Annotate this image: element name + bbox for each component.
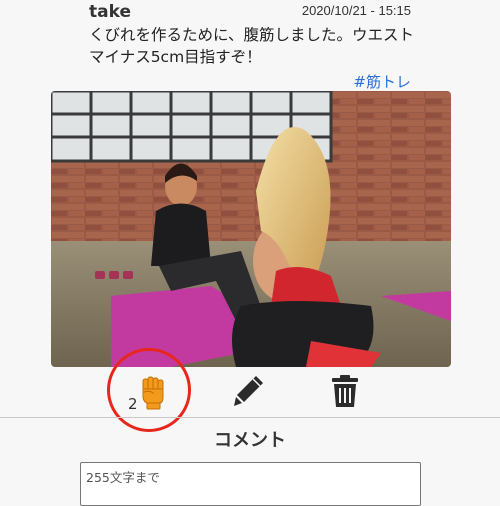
trash-icon	[331, 375, 361, 413]
like-count: 2	[128, 395, 138, 413]
post-image	[51, 91, 451, 367]
post-timestamp: 2020/10/21 - 15:15	[301, 3, 411, 18]
raised-fist-icon	[141, 376, 165, 410]
delete-button[interactable]	[331, 373, 361, 409]
post-card: take 2020/10/21 - 15:15 くびれを作るために、腹筋しました…	[0, 0, 500, 418]
post-text: くびれを作るために、腹筋しました。ウエストマイナス5cm目指すぞ！	[89, 26, 415, 66]
post-actions: 2	[0, 368, 500, 416]
edit-button[interactable]	[232, 373, 266, 409]
pencil-icon	[232, 376, 266, 413]
hashtag-link[interactable]: #筋トレ	[353, 71, 411, 92]
workout-photo	[51, 91, 451, 367]
section-divider	[0, 417, 500, 418]
like-button[interactable]: 2	[125, 373, 173, 413]
post-username[interactable]: take	[89, 2, 131, 22]
comment-input[interactable]	[80, 462, 421, 506]
comment-heading: コメント	[214, 430, 286, 451]
